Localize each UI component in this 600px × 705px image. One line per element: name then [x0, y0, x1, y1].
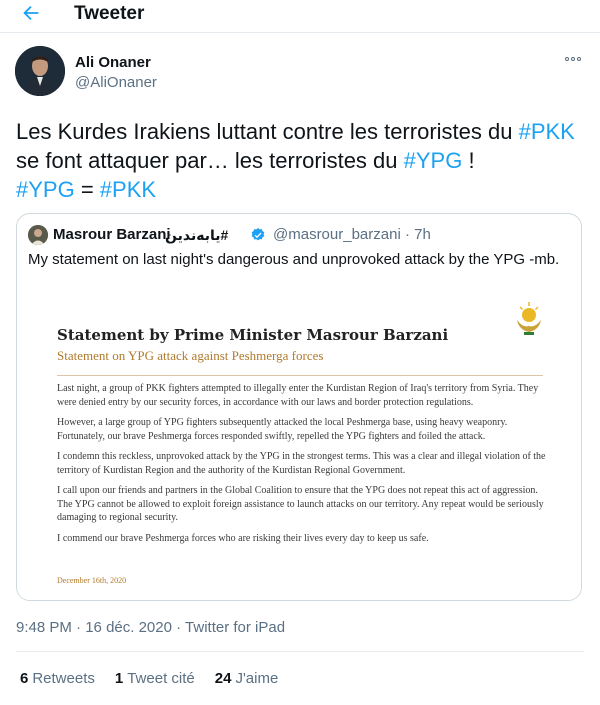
back-arrow-icon [23, 5, 39, 21]
quote-tweets-stat[interactable]: 1 Tweet cité [115, 670, 195, 687]
statement-paragraph: I commend our brave Peshmerga forces who… [57, 532, 429, 544]
back-button[interactable] [16, 0, 46, 26]
separator: · [71, 619, 86, 636]
statement-paragraph: However, a large group of YPG fighters s… [57, 417, 508, 442]
tweet-text-part: = [74, 177, 100, 202]
tweet-text: Les Kurdes Irakiens luttant contre les t… [16, 117, 586, 204]
quotes-count: 1 [114, 670, 124, 687]
tweet-text-part: Les Kurdes Irakiens luttant contre les t… [16, 119, 519, 144]
tweet-text-part: ! [462, 148, 475, 173]
statement-title: Statement by Prime Minister Masrour Barz… [57, 326, 449, 344]
likes-stat[interactable]: 24 J'aime [215, 670, 279, 687]
likes-label: J'aime [235, 670, 279, 687]
statement-body: Last night, a group of PKK fighters atte… [57, 382, 549, 552]
hashtag-pkk[interactable]: #PKK [100, 177, 156, 202]
tweet-source[interactable]: Twitter for iPad [185, 619, 285, 636]
quoted-author-name: Masrour Barzani [53, 226, 171, 243]
quoted-author-hashtag: #یابەندین [165, 227, 229, 243]
statement-divider [57, 375, 543, 376]
statement-paragraph: I call upon our friends and partners in … [57, 485, 544, 523]
retweets-count: 6 [20, 670, 29, 687]
statement-paragraph: Last night, a group of PKK fighters atte… [57, 383, 539, 408]
hashtag-ypg[interactable]: #YPG [16, 177, 75, 202]
divider [16, 651, 584, 652]
tweet-date[interactable]: 16 déc. 2020 [85, 619, 172, 636]
page-title: Tweeter [74, 3, 145, 24]
quotes-label: Tweet cité [127, 670, 195, 687]
retweets-label: Retweets [32, 670, 95, 687]
engagement-stats: 6 Retweets 1 Tweet cité 24 J'aime [20, 670, 278, 687]
quoted-tweet[interactable]: Masrour Barzani #یابەندین @masrour_barza… [16, 213, 582, 601]
kurdistan-emblem-icon [517, 302, 541, 335]
statement-image[interactable]: Statement by Prime Minister Masrour Barz… [17, 278, 581, 600]
top-header: Tweeter [0, 0, 600, 33]
author-handle[interactable]: @AliOnaner [75, 74, 157, 91]
tweet-time[interactable]: 9:48 PM [16, 619, 72, 636]
tweet-timestamp: 9:48 PM · 16 déc. 2020 · Twitter for iPa… [16, 619, 285, 636]
quoted-author-handle: @masrour_barzani · 7h [273, 226, 431, 243]
statement-date: December 16th, 2020 [57, 576, 127, 585]
quoted-tweet-text: My statement on last night's dangerous a… [28, 251, 560, 268]
quoted-author-avatar [28, 225, 48, 245]
hashtag-ypg[interactable]: #YPG [404, 148, 463, 173]
author-avatar[interactable] [15, 46, 65, 96]
verified-badge-icon [251, 228, 265, 241]
statement-subtitle: Statement on YPG attack against Peshmerg… [57, 348, 324, 363]
statement-paragraph: I condemn this reckless, unprovoked atta… [57, 451, 546, 476]
separator: · [171, 619, 186, 636]
likes-count: 24 [214, 670, 232, 687]
retweets-stat[interactable]: 6 Retweets [20, 670, 95, 687]
author-name[interactable]: Ali Onaner [75, 54, 151, 71]
more-options-icon[interactable] [562, 52, 584, 66]
hashtag-pkk[interactable]: #PKK [519, 119, 575, 144]
tweet-text-part: se font attaquer par… les terroristes du [16, 148, 404, 173]
